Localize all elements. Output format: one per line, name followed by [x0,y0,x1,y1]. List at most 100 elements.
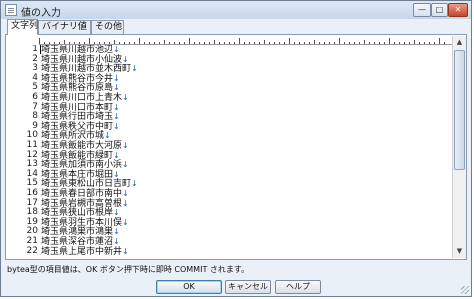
text-line[interactable]: 1 埼玉県川越市池辺↓ [8,45,452,55]
ruler-tick [314,40,315,44]
text-line[interactable]: 8 埼玉県行田市埼玉↓ [8,111,452,122]
tab-string[interactable]: 文字列 [7,19,38,35]
ruler-tick [374,42,375,44]
ruler-tick [309,42,310,44]
ruler-tick [59,42,60,44]
help-button[interactable]: ヘルプ [275,280,321,294]
ruler-tick [324,42,325,44]
text-line[interactable]: 21 埼玉県深谷市蓮沼↓ [8,237,452,247]
close-button[interactable]: ✕ [448,3,468,17]
text-line[interactable]: 3 埼玉県川越市並木西町↓ [8,63,452,74]
line-text: 埼玉県川口市上青木↓ [41,93,129,103]
cancel-button[interactable]: キャンセル [225,280,271,294]
text-line[interactable]: 2 埼玉県川越市小仙波↓ [8,54,452,64]
line-text: 埼玉県熊谷市原島↓ [41,83,120,94]
vertical-scrollbar[interactable]: ▲ ▼ [452,36,466,258]
ruler-tick [234,42,235,44]
notepad-icon [5,4,17,16]
newline-mark-icon: ↓ [122,93,129,102]
newline-mark-icon: ↓ [122,217,129,227]
text-line[interactable]: 16 埼玉県春日部市南中↓ [8,188,452,199]
newline-mark-icon: ↓ [113,73,120,83]
scroll-thumb[interactable] [454,50,465,170]
scroll-up-arrow-icon[interactable]: ▲ [453,36,466,49]
line-number: 8 [32,111,38,122]
text-line[interactable]: 18 埼玉県狭山市根岸↓ [8,208,452,219]
ruler-tick [124,42,125,44]
ruler-tick [189,38,190,44]
line-text: 埼玉県上尾市中新井↓ [41,246,129,257]
newline-mark-icon: ↓ [122,54,129,64]
ruler-tick [149,42,150,44]
line-number: 22 [26,245,38,256]
ruler-tick [429,42,430,44]
resize-grip[interactable] [461,286,469,294]
ruler-tick [209,42,210,44]
ruler-tick [64,40,65,44]
text-editor[interactable]: 1 埼玉県川越市池辺↓ 2 埼玉県川越市小仙波↓ 3 埼玉県川越市並木西町↓ 4 埼玉県熊谷市… [8,45,452,257]
line-text: 埼玉県飯能市大河原↓ [41,141,129,151]
ok-button[interactable]: OK [156,280,222,294]
ruler-tick [289,38,290,44]
maximize-button[interactable]: □ [431,3,448,17]
newline-mark-icon: ↓ [113,208,120,218]
tab-binary[interactable]: バイナリ値 [38,20,91,34]
text-line[interactable]: 15 埼玉県東松山市日吉町↓ [8,179,452,189]
ruler-tick [354,42,355,44]
minimize-button[interactable]: — [413,3,431,17]
line-number: 16 [26,188,38,198]
text-line[interactable]: 14 埼玉県本庄市堀田↓ [8,169,452,179]
ruler-tick [379,42,380,44]
text-line[interactable]: 4 埼玉県熊谷市今井↓ [8,73,452,83]
ruler-tick [229,42,230,44]
window-title: 値の入力 [21,8,61,19]
newline-mark-icon: ↓ [113,150,120,160]
ruler-tick [339,38,340,44]
newline-mark-icon: ↓ [113,121,120,131]
ruler-tick [359,42,360,44]
text-line[interactable]: 11 埼玉県飯能市大河原↓ [8,141,452,151]
ruler-tick [164,40,165,44]
line-number: 3 [32,63,38,74]
text-line[interactable]: 20 埼玉県鴻巣市鴻巣↓ [8,227,452,237]
ruler-tick [344,42,345,44]
ruler-tick [179,42,180,44]
ruler-tick [389,38,390,44]
tab-other[interactable]: その他 [91,20,124,34]
line-number: 13 [26,159,38,170]
title-bar[interactable]: 値の入力 — □ ✕ [1,1,471,19]
newline-mark-icon: ↓ [122,189,129,198]
ruler-tick [299,42,300,44]
line-text: 埼玉県狭山市根岸↓ [41,208,120,219]
ruler-tick [404,42,405,44]
newline-mark-icon: ↓ [113,45,120,54]
ruler-tick [134,42,135,44]
ruler-tick [294,42,295,44]
newline-mark-icon: ↓ [122,141,129,150]
ruler-tick [154,42,155,44]
text-line[interactable]: 22 埼玉県上尾市中新井↓ [8,245,452,257]
text-line[interactable]: 5 埼玉県熊谷市原島↓ [8,83,452,94]
ruler-tick [199,42,200,44]
text-line[interactable]: 10 埼玉県所沢市城↓ [8,131,452,141]
newline-mark-icon: ↓ [113,112,120,122]
text-line[interactable]: 17 埼玉県岩槻市高曽根↓ [8,198,452,208]
scroll-down-arrow-icon[interactable]: ▼ [453,245,466,258]
ruler-tick [444,42,445,44]
ruler-tick [119,42,120,44]
ruler-tick [329,42,330,44]
ruler-tick [104,42,105,44]
ruler-tick [264,40,265,44]
ruler-tick [419,42,420,44]
text-line[interactable]: 7 埼玉県川口市本町↓ [8,102,452,112]
text-line[interactable]: 9 埼玉県秩父市中町↓ [8,121,452,131]
text-line[interactable]: 12 埼玉県飯能市緑町↓ [8,150,452,160]
text-line[interactable]: 13 埼玉県加須市南小浜↓ [8,159,452,170]
ruler-tick [109,42,110,44]
text-editor-panel: 1 埼玉県川越市池辺↓ 2 埼玉県川越市小仙波↓ 3 埼玉県川越市並木西町↓ 4 埼玉県熊谷市… [5,34,467,260]
text-line[interactable]: 19 埼玉県羽生市本川俣↓ [8,217,452,227]
newline-mark-icon: ↓ [113,83,120,93]
text-line[interactable]: 6 埼玉県川口市上青木↓ [8,93,452,103]
ruler-tick [384,42,385,44]
ruler-tick [214,40,215,44]
